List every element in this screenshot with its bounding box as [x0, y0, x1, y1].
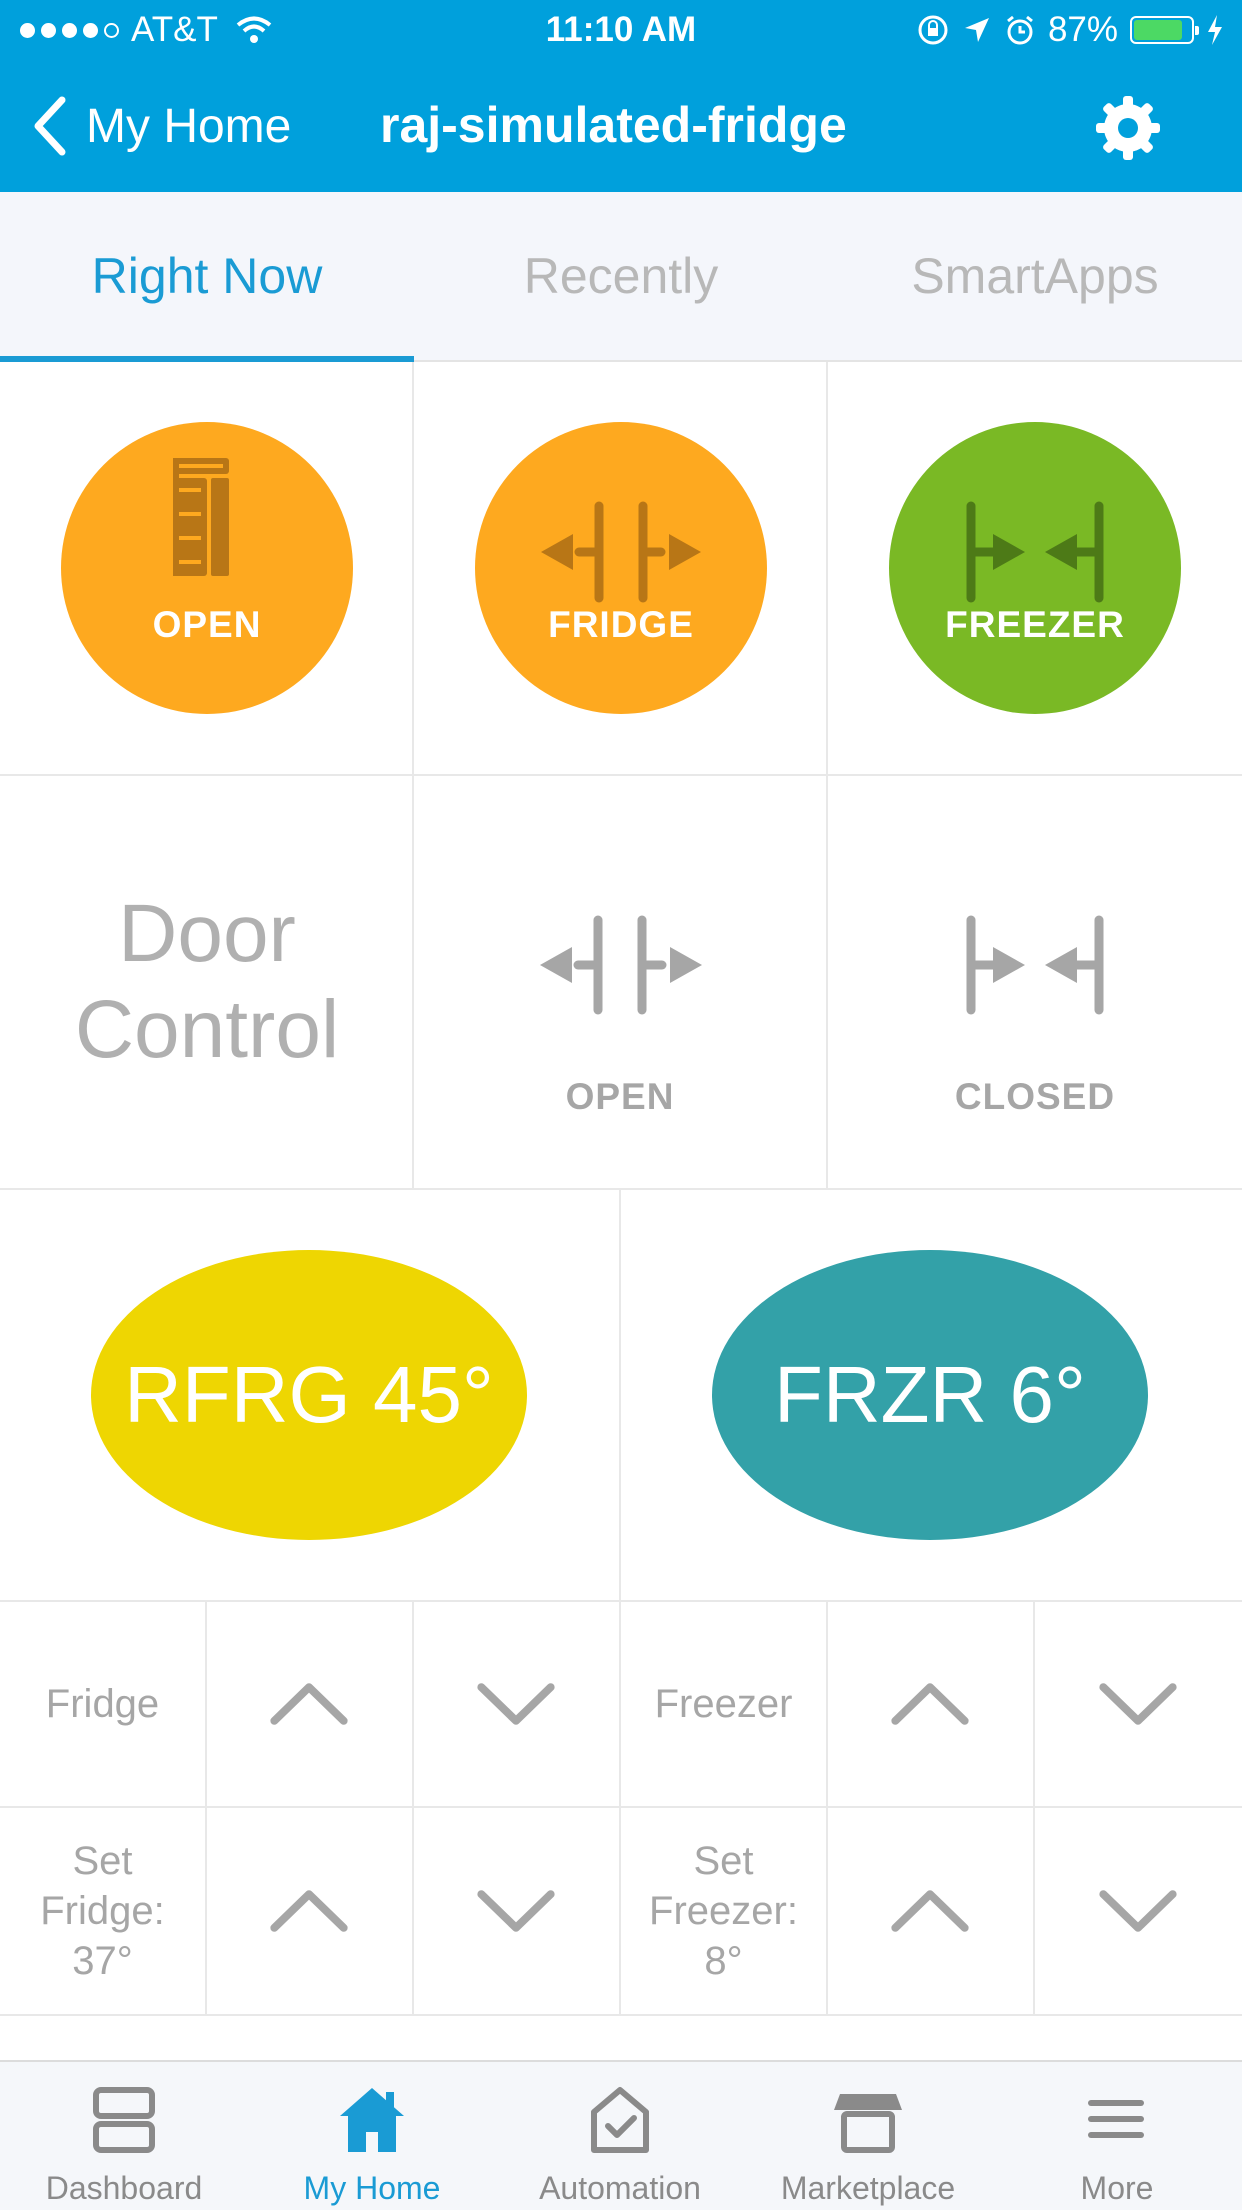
battery-icon	[1130, 16, 1199, 44]
marketplace-icon	[834, 2094, 902, 2153]
close-door-button[interactable]: CLOSED	[828, 776, 1242, 1190]
gear-icon[interactable]	[1094, 94, 1162, 162]
fridge-up-button[interactable]	[207, 1602, 414, 1808]
open-label: OPEN	[565, 1076, 675, 1117]
freezer-label: Freezer	[654, 1682, 793, 1726]
charging-icon	[1208, 15, 1222, 45]
tab-recently[interactable]: Recently	[414, 192, 828, 360]
door-status-label: OPEN	[152, 604, 262, 645]
back-button[interactable]: My Home	[32, 96, 291, 156]
page-title: raj-simulated-fridge	[380, 97, 847, 153]
door-open-icon	[541, 501, 701, 603]
nav-dashboard[interactable]: Dashboard	[0, 2062, 248, 2210]
fridge-label-tile: Fridge	[0, 1602, 207, 1808]
door-status-button[interactable]: OPEN	[61, 422, 353, 714]
set-fridge-down-button[interactable]	[414, 1808, 621, 2016]
set-fridge-up-button[interactable]	[207, 1808, 414, 2016]
location-icon	[964, 18, 989, 42]
set-freezer-tile: Set Freezer: 8°	[621, 1808, 828, 2016]
freezer-down-button[interactable]	[1035, 1602, 1242, 1808]
freezer-door-button[interactable]: FREEZER	[889, 422, 1181, 714]
set-fridge-label: Set Fridge: 37°	[40, 1839, 165, 1983]
navigation-bar: My Home raj-simulated-fridge	[0, 62, 1242, 192]
back-label: My Home	[86, 99, 292, 153]
set-freezer-down-button[interactable]	[1035, 1808, 1242, 2016]
fridge-down-button[interactable]	[414, 1602, 621, 1808]
nav-automation[interactable]: Automation	[496, 2062, 744, 2210]
open-door-button[interactable]: OPEN	[414, 776, 828, 1190]
chevron-down-icon	[477, 1890, 555, 1932]
nav-my-home[interactable]: My Home	[248, 2062, 496, 2210]
battery-percent: 87%	[1047, 10, 1118, 49]
menu-icon	[1088, 2100, 1144, 2138]
door-control-tile: Door Control	[0, 776, 414, 1190]
automation-icon	[591, 2087, 649, 2153]
set-freezer-up-button[interactable]	[828, 1808, 1035, 2016]
chevron-up-icon	[891, 1890, 969, 1932]
freezer-up-button[interactable]	[828, 1602, 1035, 1808]
alarm-icon	[1007, 15, 1033, 45]
fridge-door-tile[interactable]: FRIDGE	[414, 362, 828, 776]
header: AT&T 11:10 AM 87% My Home raj-simulated-…	[0, 0, 1242, 192]
chevron-up-icon	[891, 1683, 969, 1725]
fridge-door-button[interactable]: FRIDGE	[475, 422, 767, 714]
chevron-down-icon	[1099, 1890, 1177, 1932]
door-closed-icon	[966, 915, 1104, 1015]
fridge-label: Fridge	[45, 1682, 160, 1726]
home-icon	[340, 2088, 404, 2152]
set-fridge-tile: Set Fridge: 37°	[0, 1808, 207, 2016]
tab-right-now[interactable]: Right Now	[0, 192, 414, 360]
nav-more[interactable]: More	[992, 2062, 1242, 2210]
chevron-left-icon	[34, 96, 66, 156]
tab-bar: Right Now Recently SmartApps	[0, 192, 1242, 362]
door-closed-icon	[966, 501, 1104, 603]
closed-label: CLOSED	[954, 1076, 1116, 1117]
fridge-open-icon	[173, 458, 229, 576]
chevron-up-icon	[270, 1683, 348, 1725]
chevron-down-icon	[1099, 1683, 1177, 1725]
status-right: 87%	[916, 10, 1224, 50]
dashboard-icon	[93, 2087, 155, 2153]
door-open-icon	[540, 915, 702, 1015]
freezer-temp-oval[interactable]: FRZR 6°	[712, 1250, 1148, 1540]
chevron-down-icon	[477, 1683, 555, 1725]
bottom-tab-bar: Dashboard My Home Automation Marketplace…	[0, 2060, 1242, 2210]
nav-marketplace[interactable]: Marketplace	[744, 2062, 992, 2210]
freezer-door-label: FREEZER	[945, 604, 1125, 645]
door-control-label: Door Control	[74, 888, 340, 1075]
fridge-door-label: FRIDGE	[548, 604, 694, 645]
chevron-up-icon	[270, 1890, 348, 1932]
door-status-tile[interactable]: OPEN	[0, 362, 414, 776]
fridge-temp-oval[interactable]: RFRG 45°	[91, 1250, 527, 1540]
tab-smartapps[interactable]: SmartApps	[828, 192, 1242, 360]
status-bar: AT&T 11:10 AM 87%	[0, 0, 1242, 62]
freezer-label-tile: Freezer	[621, 1602, 828, 1808]
set-freezer-label: Set Freezer: 8°	[649, 1839, 798, 1983]
freezer-door-tile[interactable]: FREEZER	[828, 362, 1242, 776]
freezer-temp-tile[interactable]: FRZR 6°	[621, 1190, 1242, 1602]
rotation-lock-icon	[918, 15, 948, 45]
fridge-temp-tile[interactable]: RFRG 45°	[0, 1190, 621, 1602]
